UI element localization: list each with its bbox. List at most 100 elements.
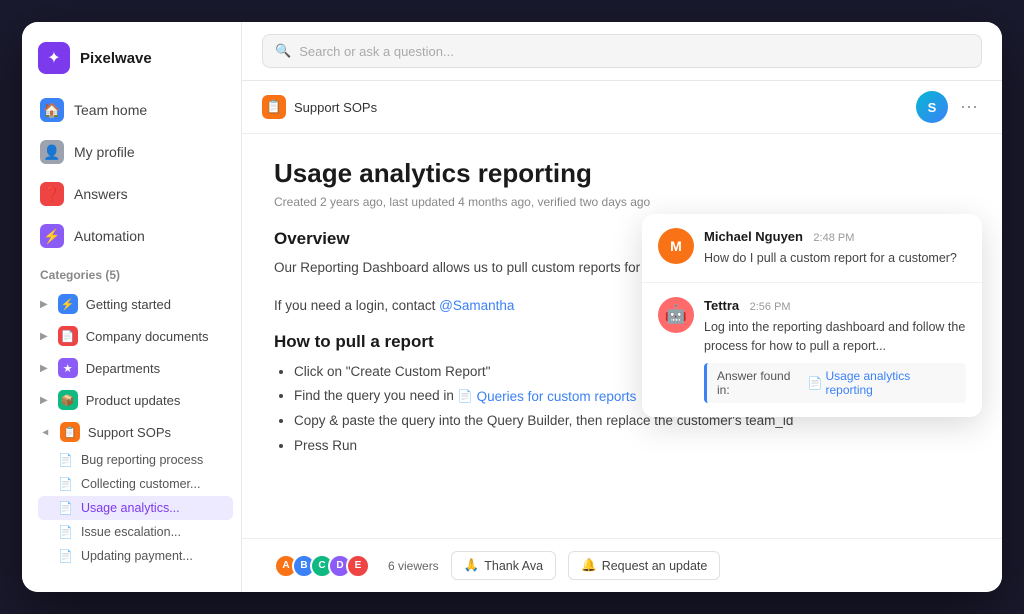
article-footer: A B C D E 6 viewers 🙏 Thank Ava 🔔 Reques… [242,538,1002,592]
doc-icon-payment: 📄 [58,549,73,563]
sub-item-collecting-customer[interactable]: 📄 Collecting customer... [38,472,233,496]
chevron-icon-4: ▶ [40,395,48,406]
chat-popup: M Michael Nguyen 2:48 PM How do I pull a… [642,214,982,417]
search-placeholder: Search or ask a question... [299,44,454,59]
article-area: Usage analytics reporting Created 2 year… [242,134,1002,538]
category-company-docs[interactable]: ▶ 📄 Company documents [30,320,233,352]
categories-header: Categories (5) [22,256,241,288]
article-title: Usage analytics reporting [274,158,970,189]
brand-area: ✦ Pixelwave [22,38,241,90]
sidebar-item-team-home[interactable]: 🏠 Team home [30,90,233,130]
avatar: S [916,91,948,123]
sub-item-updating-payment[interactable]: 📄 Updating payment... [38,544,233,568]
sidebar: ✦ Pixelwave 🏠 Team home 👤 My profile ❓ A… [22,22,242,592]
samantha-mention-link[interactable]: @Samantha [439,298,514,313]
ref-doc-icon: 📄 [808,376,823,390]
breadcrumb-text: Support SOPs [294,100,377,115]
chevron-icon-5: ▼ [39,427,50,437]
doc-icon-bug: 📄 [58,453,73,467]
automation-icon: ⚡ [40,224,64,248]
header-actions: S ⋯ [916,91,982,123]
breadcrumb: 📋 Support SOPs [262,95,377,119]
sub-item-label-usage-analytics: Usage analytics... [81,501,180,515]
chat-sender-name-2: Tettra [704,298,739,313]
search-icon: 🔍 [275,43,291,59]
viewer-avatars: A B C D E [274,554,364,578]
category-product-updates[interactable]: ▶ 📦 Product updates [30,384,233,416]
category-getting-started[interactable]: ▶ ⚡ Getting started [30,288,233,320]
sidebar-nav: 🏠 Team home 👤 My profile ❓ Answers ⚡ Aut… [22,90,241,256]
sub-item-label-bug-reporting: Bug reporting process [81,453,203,467]
viewer-avatar-5: E [346,554,370,578]
sidebar-item-label-my-profile: My profile [74,144,135,160]
doc-icon-issue: 📄 [58,525,73,539]
chat-text-2: Log into the reporting dashboard and fol… [704,318,966,356]
update-icon: 🔔 [581,558,597,573]
cat-icon-departments: ★ [58,358,78,378]
chevron-icon-2: ▶ [40,331,48,342]
sidebar-item-label-automation: Automation [74,228,145,244]
brand-icon: ✦ [38,42,70,74]
sub-item-issue-escalation[interactable]: 📄 Issue escalation... [38,520,233,544]
answer-reference: Answer found in: 📄 Usage analytics repor… [704,363,966,403]
topbar: 🔍 Search or ask a question... [242,22,1002,81]
sub-item-label-updating-payment: Updating payment... [81,549,193,563]
main-content: 🔍 Search or ask a question... 📋 Support … [242,22,1002,592]
overview-text: Our Reporting Dashboard allows us to pul… [274,260,663,275]
chat-time-2: 2:56 PM [750,301,791,313]
sidebar-item-answers[interactable]: ❓ Answers [30,174,233,214]
app-container: ✦ Pixelwave 🏠 Team home 👤 My profile ❓ A… [22,22,1002,592]
chat-message-2: 🤖 Tettra 2:56 PM Log into the reporting … [642,282,982,418]
search-bar[interactable]: 🔍 Search or ask a question... [262,34,982,68]
chat-avatar-michael: M [658,228,694,264]
chat-body-1: Michael Nguyen 2:48 PM How do I pull a c… [704,228,966,268]
category-label-getting-started: Getting started [86,297,171,312]
category-label-product-updates: Product updates [86,393,181,408]
chat-sender-name-1: Michael Nguyen [704,229,803,244]
cat-icon-company-docs: 📄 [58,326,78,346]
sidebar-item-label-team-home: Team home [74,102,147,118]
category-label-departments: Departments [86,361,160,376]
sub-item-label-issue-escalation: Issue escalation... [81,525,181,539]
chat-avatar-tettra: 🤖 [658,297,694,333]
viewers-count: 6 viewers [388,559,439,573]
sidebar-item-my-profile[interactable]: 👤 My profile [30,132,233,172]
sub-items-container: 📄 Bug reporting process 📄 Collecting cus… [30,448,241,568]
home-icon: 🏠 [40,98,64,122]
sub-item-label-collecting-customer: Collecting customer... [81,477,201,491]
profile-icon: 👤 [40,140,64,164]
category-departments[interactable]: ▶ ★ Departments [30,352,233,384]
sidebar-item-automation[interactable]: ⚡ Automation [30,216,233,256]
doc-icon-collecting: 📄 [58,477,73,491]
cat-icon-getting-started: ⚡ [58,294,78,314]
category-label-support-sops: Support SOPs [88,425,171,440]
content-header: 📋 Support SOPs S ⋯ [242,81,1002,134]
answer-link[interactable]: 📄 Usage analytics reporting [808,369,956,397]
step-4: Press Run [294,434,970,458]
chat-body-2: Tettra 2:56 PM Log into the reporting da… [704,297,966,404]
doc-inline-icon: 📄 [458,386,473,408]
queries-link[interactable]: 📄 Queries for custom reports [458,385,637,409]
category-support-sops[interactable]: ▼ 📋 Support SOPs [30,416,233,448]
category-label-company-docs: Company documents [86,329,209,344]
thank-ava-button[interactable]: 🙏 Thank Ava [451,551,556,580]
sub-item-bug-reporting[interactable]: 📄 Bug reporting process [38,448,233,472]
chevron-icon-3: ▶ [40,363,48,374]
chat-message-1: M Michael Nguyen 2:48 PM How do I pull a… [642,214,982,282]
request-update-button[interactable]: 🔔 Request an update [568,551,720,580]
cat-icon-support-sops: 📋 [60,422,80,442]
more-options-button[interactable]: ⋯ [956,93,982,122]
article-meta: Created 2 years ago, last updated 4 mont… [274,195,970,209]
breadcrumb-icon: 📋 [262,95,286,119]
thank-icon: 🙏 [464,558,480,573]
cat-icon-product-updates: 📦 [58,390,78,410]
answers-icon: ❓ [40,182,64,206]
brand-name: Pixelwave [80,50,152,67]
sidebar-item-label-answers: Answers [74,186,128,202]
doc-icon-usage: 📄 [58,501,73,515]
answer-prefix: Answer found in: [717,369,804,397]
chat-time-1: 2:48 PM [813,232,854,244]
chevron-icon: ▶ [40,299,48,310]
chat-text-1: How do I pull a custom report for a cust… [704,249,966,268]
sub-item-usage-analytics[interactable]: 📄 Usage analytics... [38,496,233,520]
